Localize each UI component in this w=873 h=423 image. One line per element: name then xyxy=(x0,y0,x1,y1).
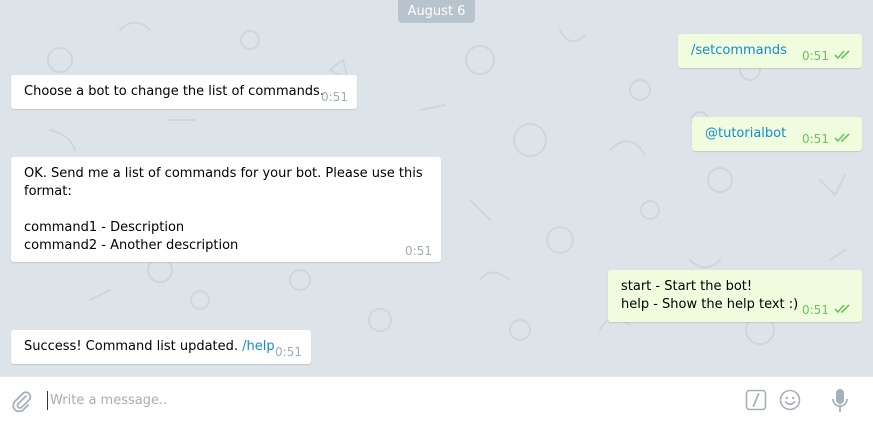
mention-link[interactable]: @tutorialbot xyxy=(705,126,786,141)
message-time: 0:51 xyxy=(405,244,432,258)
double-check-icon xyxy=(834,133,850,143)
message-line: command1 - Description xyxy=(24,220,185,235)
message-incoming[interactable]: Success! Command list updated. /help 0:5… xyxy=(11,330,311,364)
message-time: 0:51 xyxy=(802,49,829,63)
message-text: Choose a bot to change the list of comma… xyxy=(24,84,324,99)
help-command-link[interactable]: /help xyxy=(242,339,274,354)
message-composer xyxy=(0,376,873,423)
message-input[interactable] xyxy=(50,387,730,413)
double-check-icon xyxy=(834,304,850,314)
slash-command-icon[interactable] xyxy=(745,389,767,411)
message-time: 0:51 xyxy=(802,303,829,317)
message-time: 0:51 xyxy=(802,132,829,146)
double-check-icon xyxy=(834,50,850,60)
message-line: OK. Send me a list of commands for your … xyxy=(24,166,423,181)
smiley-icon[interactable] xyxy=(779,389,801,411)
microphone-icon[interactable] xyxy=(831,388,849,414)
message-incoming[interactable]: Choose a bot to change the list of comma… xyxy=(11,75,357,109)
message-outgoing[interactable]: /setcommands 0:51 xyxy=(678,34,862,68)
date-divider: August 6 xyxy=(398,0,475,23)
message-line: command2 - Another description xyxy=(24,238,239,253)
paperclip-icon[interactable] xyxy=(11,390,33,412)
text-cursor xyxy=(47,391,48,410)
chat-area[interactable]: August 6 /setcommands 0:51 Choose a bot … xyxy=(0,0,873,376)
message-incoming[interactable]: OK. Send me a list of commands for your … xyxy=(11,157,441,262)
message-outgoing[interactable]: start - Start the bot! help - Show the h… xyxy=(608,270,862,322)
message-outgoing[interactable]: @tutorialbot 0:51 xyxy=(692,117,862,151)
message-time: 0:51 xyxy=(321,90,348,104)
message-line: format: xyxy=(24,184,72,199)
command-link[interactable]: /setcommands xyxy=(691,43,787,58)
message-line: start - Start the bot! xyxy=(621,279,753,294)
message-time: 0:51 xyxy=(275,345,302,359)
message-text: Success! Command list updated. xyxy=(24,339,243,354)
